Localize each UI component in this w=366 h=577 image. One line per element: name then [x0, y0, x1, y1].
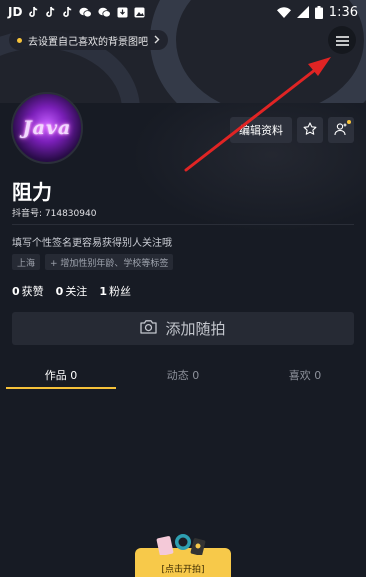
stat-likes[interactable]: 0 获赞	[12, 283, 44, 299]
signal-icon	[296, 6, 309, 18]
tiktok-icon	[62, 6, 73, 18]
stat-likes-label: 获赞	[21, 285, 44, 298]
stat-following-label: 关注	[65, 285, 88, 298]
shoot-button-label: [点击开拍]	[161, 565, 205, 575]
tab-likes[interactable]: 喜欢 0	[244, 361, 366, 389]
tab-works[interactable]: 作品 0	[0, 361, 122, 389]
wechat-icon	[98, 7, 112, 18]
stat-followers[interactable]: 1 粉丝	[99, 283, 131, 299]
menu-button[interactable]	[328, 26, 356, 54]
tiktok-icon	[45, 6, 56, 18]
add-photo-label: 添加随拍	[165, 320, 226, 338]
download-icon	[117, 7, 128, 18]
profile-stats: 0 获赞 0 关注 1 粉丝	[12, 283, 131, 299]
avatar[interactable]: Java	[11, 92, 83, 164]
carrier-label: JD	[8, 5, 23, 19]
signature-prompt[interactable]: 填写个性签名更容易获得别人关注哦	[12, 234, 172, 249]
location-tag[interactable]: 上海	[12, 254, 41, 270]
chevron-right-icon	[154, 34, 160, 47]
notification-dot	[347, 120, 351, 124]
stat-followers-count: 1	[99, 285, 107, 298]
wechat-icon	[79, 7, 93, 18]
stat-likes-count: 0	[12, 285, 20, 298]
background-hint[interactable]: 去设置自己喜欢的背景图吧	[9, 30, 168, 50]
wifi-icon	[276, 6, 291, 18]
tab-moments[interactable]: 动态 0	[122, 361, 244, 389]
divider	[12, 224, 354, 225]
clock: 1:36	[328, 4, 358, 20]
image-icon	[134, 7, 145, 18]
stat-following-count: 0	[55, 285, 64, 298]
favorites-button[interactable]	[297, 117, 323, 143]
content-tabs: 作品 0 动态 0 喜欢 0	[0, 361, 366, 389]
stat-followers-label: 粉丝	[108, 285, 131, 298]
star-icon	[303, 121, 317, 140]
tiktok-icon	[28, 6, 39, 18]
battery-icon	[314, 5, 323, 19]
add-friend-button[interactable]	[328, 117, 354, 143]
camera-icon	[140, 319, 158, 338]
stat-following[interactable]: 0 关注	[56, 283, 88, 299]
douyin-id: 抖音号: 714830940	[12, 209, 97, 219]
profile-name: 阻力	[12, 180, 52, 204]
add-photo-button[interactable]: 添加随拍	[12, 312, 354, 345]
hint-dot	[17, 37, 22, 43]
add-user-icon	[334, 121, 348, 140]
profile-tags: 上海 + 增加性别年龄、学校等标签	[12, 254, 174, 270]
background-hint-text: 去设置自己喜欢的背景图吧	[28, 36, 148, 48]
avatar-text: Java	[22, 117, 72, 139]
shoot-illustration	[156, 534, 206, 555]
status-bar: JD 1:36	[0, 0, 366, 24]
hamburger-menu-icon	[335, 31, 349, 50]
add-tags-tag[interactable]: + 增加性别年龄、学校等标签	[45, 254, 174, 270]
edit-profile-button[interactable]: 编辑资料	[230, 117, 292, 143]
